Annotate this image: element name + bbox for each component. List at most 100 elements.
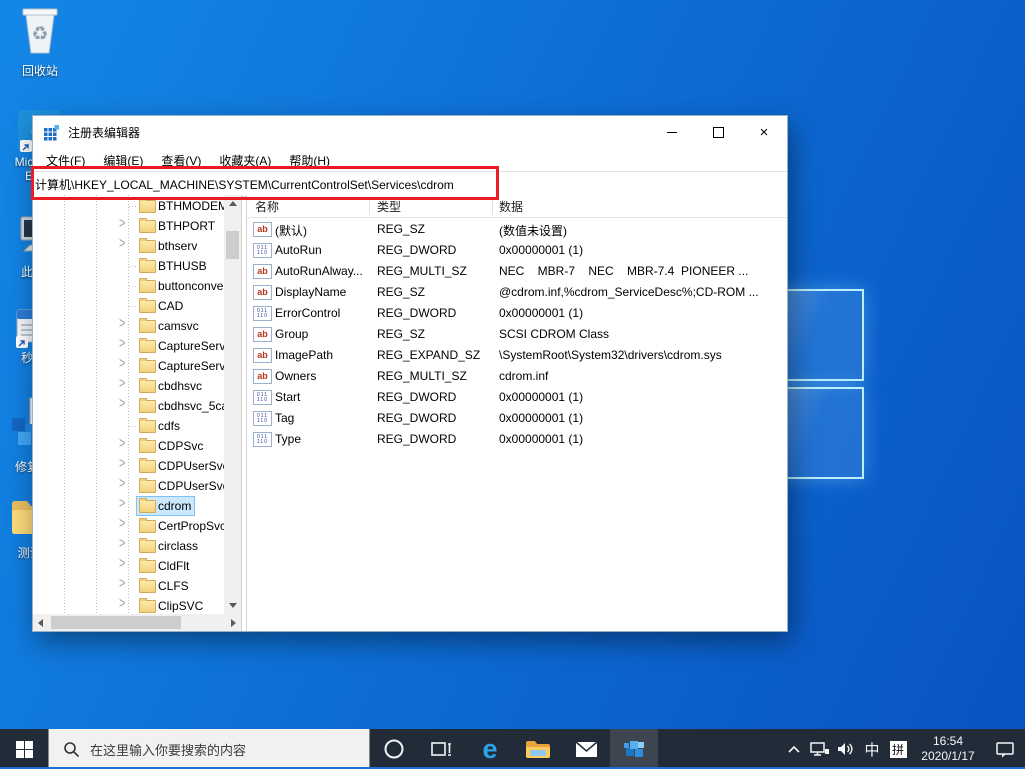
tree-item-body[interactable]: cdrom [137,497,194,515]
tree-item-body[interactable]: CertPropSvc [137,517,224,535]
network-icon[interactable] [807,729,833,769]
mail-button[interactable] [562,729,610,769]
maximize-button[interactable] [695,116,741,149]
value-row-AutoRun[interactable]: 011110AutoRunREG_DWORD0x00000001 (1) [247,240,787,261]
start-button[interactable] [0,729,48,769]
expand-chevron-icon[interactable]: > [119,216,125,232]
tree-item-body[interactable]: ClipSVC [137,597,206,615]
tree-item-body[interactable]: CDPSvc [137,437,206,455]
ime-pinyin-badge[interactable]: 拼 [885,729,911,769]
tray-expand-chevron-icon[interactable] [781,729,807,769]
tree-item-body[interactable]: camsvc [137,317,202,335]
value-row-(默认)[interactable]: ab(默认)REG_SZ(数值未设置) [247,219,787,240]
cortana-button[interactable] [370,729,418,769]
expand-chevron-icon[interactable]: > [119,556,125,572]
tree-item-body[interactable]: BTHPORT [137,217,218,235]
taskbar-search-input[interactable]: 在这里输入你要搜索的内容 [48,729,370,769]
expand-chevron-icon[interactable]: > [119,536,125,552]
minimize-button[interactable] [649,116,695,149]
tree-item-body[interactable]: CDPUserSvc [137,457,224,475]
tree-item-bthserv[interactable]: >bthserv [33,236,224,256]
tree-item-CDPSvc[interactable]: > CDPSvc [33,436,224,456]
tree-item-CaptureServ[interactable]: >CaptureServ [33,336,224,356]
scrollbar-thumb[interactable] [226,231,239,259]
expand-chevron-icon[interactable]: > [119,396,125,412]
value-row-Type[interactable]: 011110TypeREG_DWORD0x00000001 (1) [247,429,787,450]
tree-item-cbdhsvc[interactable]: > cbdhsvc [33,376,224,396]
address-bar[interactable]: 计算机\HKEY_LOCAL_MACHINE\SYSTEM\CurrentCon… [33,171,787,197]
desktop-icon-recycle-bin[interactable]: ♻ 回收站 [8,6,72,78]
volume-icon[interactable] [833,729,859,769]
registry-tree-panel[interactable]: BTHMODEM>BTHPORT>bthservBTHUSBbuttonconv… [33,195,242,631]
scroll-left-icon[interactable] [38,619,43,627]
taskbar-clock[interactable]: 16:54 2020/1/17 [911,734,985,764]
tree-item-body[interactable]: CaptureServ [137,337,224,355]
tree-item-CDPUserSvc[interactable]: > CDPUserSvc [33,476,224,496]
column-header-data[interactable]: 数据 [499,195,523,217]
tree-item-CLFS[interactable]: >CLFS [33,576,224,596]
tree-item-body[interactable]: CaptureServ [137,357,224,375]
tree-item-BTHMODEM[interactable]: BTHMODEM [33,196,224,216]
expand-chevron-icon[interactable]: > [119,576,125,592]
file-explorer-button[interactable] [514,729,562,769]
registry-values-panel[interactable]: 名称 类型 数据 ab(默认)REG_SZ(数值未设置)011110AutoRu… [246,195,787,631]
tree-item-cdrom[interactable]: >cdrom [33,496,224,516]
edge-taskbar-button[interactable]: e [466,729,514,769]
expand-chevron-icon[interactable]: > [119,476,125,492]
registry-editor-taskbar-button[interactable] [610,729,658,769]
tree-item-buttonconve[interactable]: buttonconve [33,276,224,296]
value-row-Tag[interactable]: 011110TagREG_DWORD0x00000001 (1) [247,408,787,429]
tree-horizontal-scrollbar[interactable] [33,614,241,631]
tree-item-body[interactable]: CDPUserSvc [137,477,224,495]
tree-vertical-scrollbar[interactable] [224,195,241,614]
ime-indicator[interactable]: 中 [859,729,885,769]
expand-chevron-icon[interactable]: > [119,316,125,332]
tree-item-CldFlt[interactable]: > CldFlt [33,556,224,576]
expand-chevron-icon[interactable]: > [119,456,125,472]
value-row-Start[interactable]: 011110StartREG_DWORD0x00000001 (1) [247,387,787,408]
tree-item-body[interactable]: cbdhsvc_5ca [137,397,224,415]
tree-item-body[interactable]: bthserv [137,237,200,255]
tree-item-CDPUserSvc[interactable]: > CDPUserSvc [33,456,224,476]
value-row-Group[interactable]: abGroupREG_SZSCSI CDROM Class [247,324,787,345]
tree-item-body[interactable]: CAD [137,297,186,315]
expand-chevron-icon[interactable]: > [119,436,125,452]
tree-item-body[interactable]: cbdhsvc [137,377,205,395]
expand-chevron-icon[interactable]: > [119,356,125,372]
scroll-up-icon[interactable] [229,201,237,206]
tree-item-CertPropSvc[interactable]: >CertPropSvc [33,516,224,536]
tree-item-cdfs[interactable]: cdfs [33,416,224,436]
menu-favorites[interactable]: 收藏夹(A) [210,152,280,169]
column-header-type[interactable]: 类型 [377,195,401,217]
tree-item-body[interactable]: BTHUSB [137,257,210,275]
menu-file[interactable]: 文件(F) [37,152,94,169]
tree-item-cbdhsvc_5ca[interactable]: > cbdhsvc_5ca [33,396,224,416]
close-button[interactable]: × [741,116,787,149]
menu-edit[interactable]: 编辑(E) [94,152,152,169]
scrollbar-thumb[interactable] [51,616,181,629]
tree-item-camsvc[interactable]: > camsvc [33,316,224,336]
tree-item-CAD[interactable]: CAD [33,296,224,316]
action-center-button[interactable] [985,729,1025,769]
value-row-DisplayName[interactable]: abDisplayNameREG_SZ@cdrom.inf,%cdrom_Ser… [247,282,787,303]
value-row-Owners[interactable]: abOwnersREG_MULTI_SZcdrom.inf [247,366,787,387]
tree-item-CaptureServ[interactable]: > CaptureServ [33,356,224,376]
tree-item-BTHUSB[interactable]: BTHUSB [33,256,224,276]
task-view-button[interactable] [418,729,466,769]
tree-item-ClipSVC[interactable]: > ClipSVC [33,596,224,616]
value-row-ErrorControl[interactable]: 011110ErrorControlREG_DWORD0x00000001 (1… [247,303,787,324]
value-row-AutoRunAlway...[interactable]: abAutoRunAlway...REG_MULTI_SZNEC MBR-7 N… [247,261,787,282]
tree-item-body[interactable]: CldFlt [137,557,192,575]
title-bar[interactable]: 注册表编辑器 × [33,116,787,149]
scroll-down-icon[interactable] [229,603,237,608]
menu-view[interactable]: 查看(V) [152,152,210,169]
tree-item-body[interactable]: BTHMODEM [137,197,224,215]
column-separator[interactable] [492,197,493,215]
expand-chevron-icon[interactable]: > [119,596,125,612]
tree-item-circlass[interactable]: >circlass [33,536,224,556]
scroll-right-icon[interactable] [231,619,236,627]
expand-chevron-icon[interactable]: > [119,376,125,392]
value-row-ImagePath[interactable]: abImagePathREG_EXPAND_SZ\SystemRoot\Syst… [247,345,787,366]
menu-help[interactable]: 帮助(H) [280,152,339,169]
column-separator[interactable] [369,197,370,215]
